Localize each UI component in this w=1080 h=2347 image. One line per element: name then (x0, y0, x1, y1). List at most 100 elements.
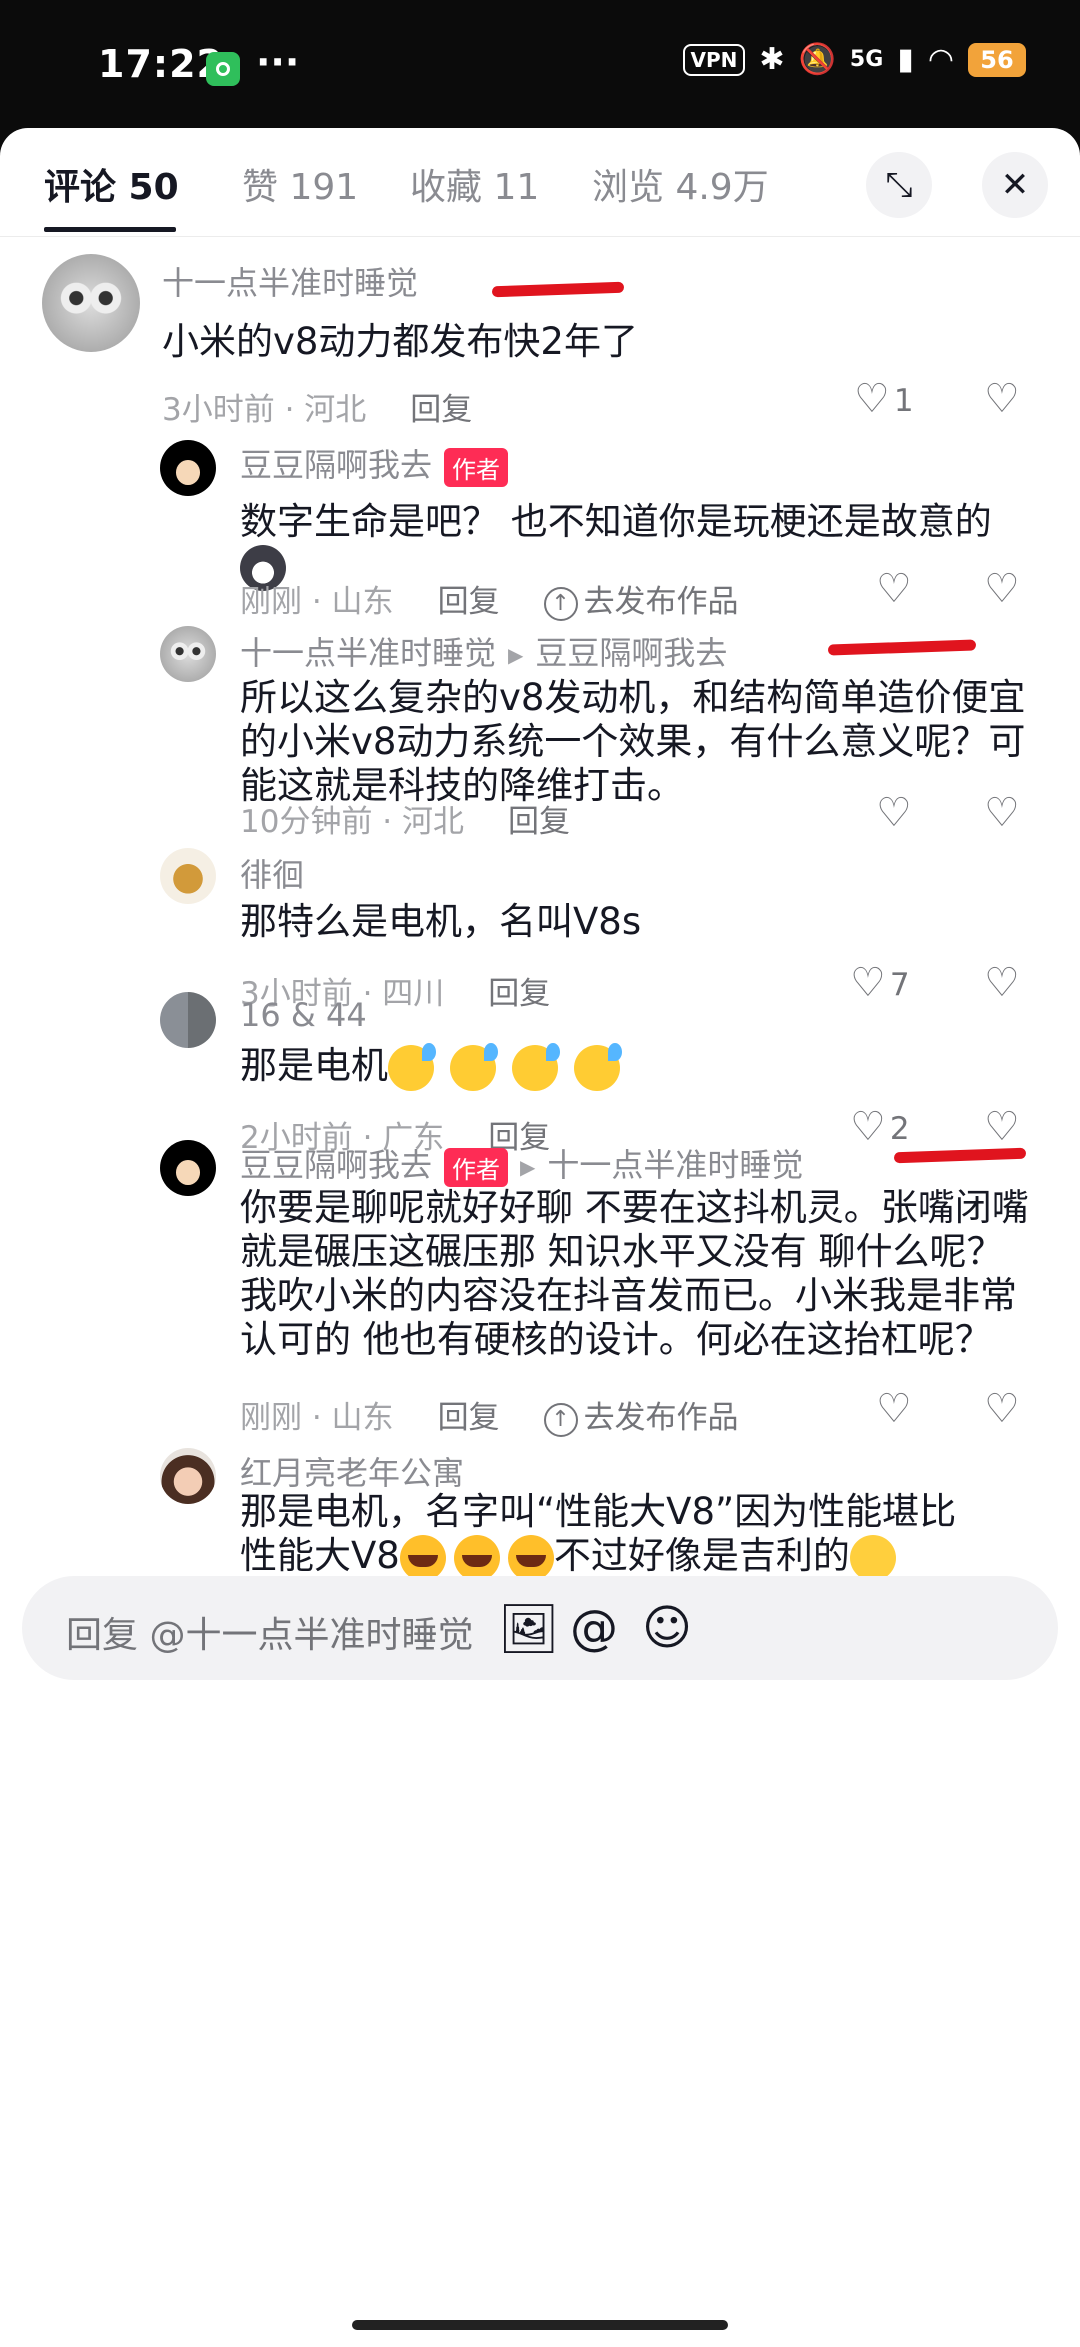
comment-meta: 10分钟前 · 河北 回复 (240, 796, 570, 841)
comment-username[interactable]: 十一点半准时睡觉 (240, 634, 496, 672)
avatar[interactable] (160, 626, 216, 682)
avatar[interactable] (160, 1140, 216, 1196)
comment-username[interactable]: 十一点半准时睡觉 (162, 258, 418, 304)
avatar[interactable] (160, 440, 216, 496)
dislike-icon[interactable]: ♡ (984, 960, 1020, 1006)
reply-button[interactable]: 回复 (508, 804, 570, 840)
heart-icon: ♡ (850, 960, 886, 1006)
mention-icon[interactable]: @ (570, 1600, 618, 1656)
upload-icon: ↑ (543, 586, 578, 621)
comment-text: 那是电机 (240, 1042, 622, 1091)
like-button[interactable]: ♡ (876, 790, 912, 836)
reply-button[interactable]: 回复 (410, 392, 472, 428)
tab-views[interactable]: 浏览 4.9万 (592, 158, 769, 210)
crying-emoji-icon (453, 1534, 500, 1581)
publish-work-button[interactable]: ↑ 去发布作品 (543, 584, 739, 621)
avatar[interactable] (160, 848, 216, 904)
reply-button[interactable]: 回复 (438, 1400, 500, 1436)
reply-input-bar[interactable]: 回复 @十一点半准时睡觉 🖼 @ ☺ (22, 1576, 1058, 1680)
reply-to-username[interactable]: 十一点半准时睡觉 (547, 1146, 803, 1184)
like-button[interactable]: ♡ (876, 1386, 912, 1432)
sweat-emoji-icon (574, 1042, 622, 1091)
comment-username[interactable]: 红月亮老年公寓 (240, 1448, 464, 1494)
wifi-icon: ◠ (927, 42, 954, 77)
crying-emoji-icon (507, 1534, 554, 1581)
comment-text: 那特么是电机，名叫V8s (240, 900, 642, 943)
publish-work-label: 去发布作品 (583, 1400, 739, 1436)
dislike-icon[interactable]: ♡ (984, 376, 1020, 422)
reply-arrow-icon: ▶ (508, 643, 524, 667)
heart-icon: ♡ (850, 1104, 886, 1150)
mute-icon: 🔕 (798, 42, 836, 77)
comment-username[interactable]: 豆豆隔啊我去 (240, 446, 432, 484)
dislike-icon[interactable]: ♡ (984, 790, 1020, 836)
comment-text-content: 数字生命是吧？ 也不知道你是玩梗还是故意的 (240, 500, 992, 543)
sweat-emoji-icon (450, 1042, 498, 1091)
tab-favorites[interactable]: 收藏 11 (410, 158, 539, 210)
upload-icon: ↑ (543, 1402, 578, 1437)
avatar[interactable] (42, 254, 140, 352)
comment-text-line: 那是电机，名字叫“性能大V8”因为性能堪比 (240, 1490, 957, 1533)
comment-time-location: 刚刚 · 山东 (240, 1400, 394, 1436)
heart-icon: ♡ (876, 790, 912, 836)
publish-work-button[interactable]: ↑ 去发布作品 (543, 1400, 739, 1437)
reply-input[interactable]: 回复 @十一点半准时睡觉 (66, 1606, 473, 1658)
comment-meta: 刚刚 · 山东 回复 ↑ 去发布作品 (240, 576, 739, 621)
comment-time-location: 刚刚 · 山东 (240, 584, 394, 620)
app-notification-icon (206, 52, 240, 86)
comment-meta: 刚刚 · 山东 回复 ↑ 去发布作品 (240, 1392, 739, 1437)
comment-text: 那是电机，名字叫“性能大V8”因为性能堪比 性能大V8 不过好像是吉利的 (240, 1490, 1040, 1581)
comment-text-fragment: 不过好像是吉利的 (553, 1534, 850, 1577)
comment-time-location: 10分钟前 · 河北 (240, 804, 465, 840)
reply-button[interactable]: 回复 (438, 584, 500, 620)
tab-likes[interactable]: 赞 191 (242, 158, 358, 210)
tab-comments[interactable]: 评论 50 (44, 158, 179, 210)
heart-icon: ♡ (876, 566, 912, 612)
like-button[interactable]: ♡ 7 (850, 960, 910, 1006)
flushed-emoji-icon (849, 1534, 896, 1581)
dislike-icon[interactable]: ♡ (984, 566, 1020, 612)
close-icon[interactable]: ✕ (982, 152, 1048, 218)
comment-text-line: 性能大V8 不过好像是吉利的 (240, 1534, 1040, 1581)
sweat-emoji-icon (388, 1042, 436, 1091)
author-badge: 作者 (444, 1147, 509, 1187)
avatar[interactable] (160, 992, 216, 1048)
crying-emoji-icon (399, 1534, 446, 1581)
comment-meta: 3小时前 · 河北 回复 (162, 384, 472, 429)
reply-arrow-icon: ▶ (520, 1155, 536, 1179)
comment-username[interactable]: 16 & 44 (240, 996, 367, 1034)
like-button[interactable]: ♡ (876, 566, 912, 612)
reply-button[interactable]: 回复 (488, 976, 550, 1012)
bluetooth-icon: ✱ (759, 42, 785, 77)
sweat-emoji-icon (512, 1042, 560, 1091)
like-button[interactable]: ♡ 2 (850, 1104, 910, 1150)
comment-username-row: 十一点半准时睡觉 ▶ 豆豆隔啊我去 (240, 628, 727, 674)
tab-bar: 评论 50 赞 191 收藏 11 浏览 4.9万 ⤡ ✕ (0, 128, 1080, 237)
red-annotation-mark (827, 639, 977, 656)
heart-icon: ♡ (876, 1386, 912, 1432)
vpn-icon: VPN (682, 43, 746, 76)
comment-username-row: 豆豆隔啊我去 作者 (240, 440, 509, 487)
reply-to-username[interactable]: 豆豆隔啊我去 (535, 634, 727, 672)
heart-icon: ♡ (854, 376, 890, 422)
comment-text-fragment: 性能大V8 (240, 1534, 400, 1577)
like-count: 2 (889, 1111, 910, 1147)
collapse-icon[interactable]: ⤡ (866, 152, 932, 218)
signal-icon: ▮ (897, 42, 914, 77)
avatar[interactable] (160, 1448, 216, 1504)
red-annotation-mark (893, 1147, 1027, 1164)
emoji-icon[interactable]: ☺ (642, 1600, 692, 1656)
comment-username[interactable]: 豆豆隔啊我去 (240, 1146, 432, 1184)
dislike-icon[interactable]: ♡ (984, 1104, 1020, 1150)
image-icon[interactable]: 🖼 (498, 1600, 559, 1657)
red-annotation-mark (491, 281, 625, 298)
comment-time-location: 3小时前 · 河北 (162, 392, 367, 428)
status-bar: 17:22 ··· VPN ✱ 🔕 5G ▮ ◠ 56 (0, 0, 1080, 130)
like-button[interactable]: ♡ 1 (854, 376, 914, 422)
comment-text: 所以这么复杂的v8发动机，和结构简单造价便宜的小米v8动力系统一个效果，有什么意… (240, 676, 1026, 807)
home-indicator[interactable] (352, 2320, 728, 2330)
like-count: 7 (889, 967, 910, 1003)
comment-sheet: 评论 50 赞 191 收藏 11 浏览 4.9万 ⤡ ✕ 十一点半准时睡觉 小… (0, 128, 1080, 2347)
dislike-icon[interactable]: ♡ (984, 1386, 1020, 1432)
comment-username[interactable]: 徘徊 (240, 850, 304, 896)
